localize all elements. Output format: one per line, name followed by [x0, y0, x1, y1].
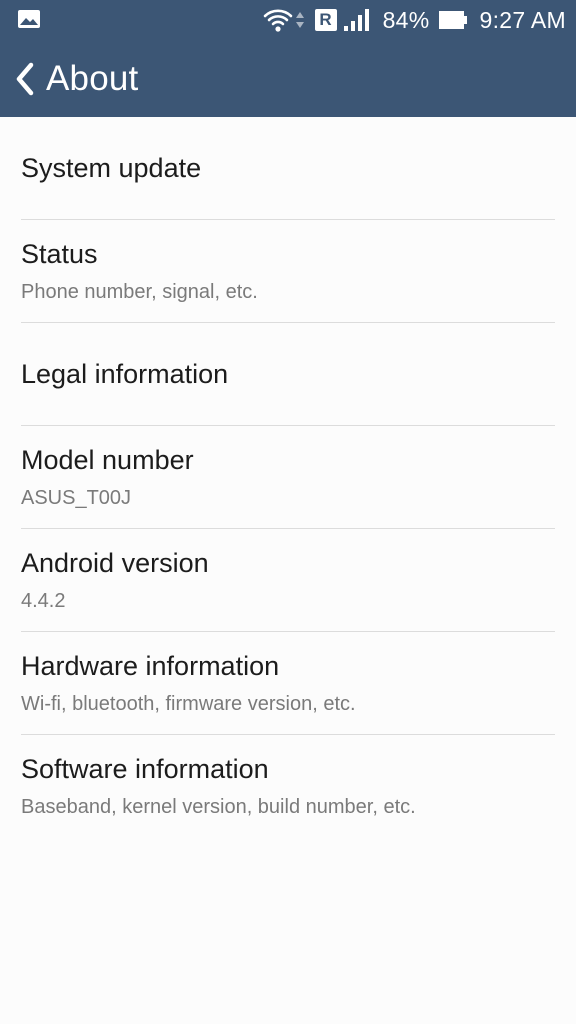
- list-item-software-information[interactable]: Software information Baseband, kernel ve…: [0, 735, 576, 838]
- item-title: Model number: [21, 445, 194, 475]
- clock: 9:27 AM: [479, 6, 566, 33]
- status-bar: R 84% 9:27 AM: [0, 0, 576, 40]
- list-item-system-update[interactable]: System update: [0, 117, 576, 220]
- item-summary: ASUS_T00J: [21, 487, 132, 509]
- signal-icon: [343, 9, 369, 31]
- item-summary: Baseband, kernel version, build number, …: [21, 796, 416, 818]
- status-icons: R 84% 9:27 AM: [263, 0, 566, 40]
- gallery-icon: [18, 10, 40, 28]
- list-item-legal-information[interactable]: Legal information: [0, 323, 576, 426]
- item-title: Hardware information: [21, 651, 280, 681]
- item-summary: Wi-fi, bluetooth, firmware version, etc.: [21, 693, 356, 715]
- item-title: System update: [21, 153, 202, 183]
- list-item-status[interactable]: Status Phone number, signal, etc.: [0, 220, 576, 323]
- list-item-model-number[interactable]: Model number ASUS_T00J: [0, 426, 576, 529]
- action-bar: About: [0, 40, 576, 117]
- battery-icon: [438, 11, 467, 29]
- page-title: About: [46, 58, 139, 98]
- data-activity-icon: [295, 12, 304, 28]
- wifi-icon: [263, 9, 292, 32]
- item-title: Software information: [21, 754, 269, 784]
- battery-percentage: 84%: [382, 6, 430, 33]
- back-button[interactable]: About: [14, 40, 138, 117]
- item-summary: Phone number, signal, etc.: [21, 281, 258, 303]
- chevron-left-icon: [16, 62, 34, 95]
- item-summary: 4.4.2: [21, 590, 66, 612]
- list-item-hardware-information[interactable]: Hardware information Wi-fi, bluetooth, f…: [0, 632, 576, 735]
- list-item-android-version[interactable]: Android version 4.4.2: [0, 529, 576, 632]
- item-title: Android version: [21, 548, 209, 578]
- item-title: Status: [21, 239, 98, 269]
- settings-list: System update Status Phone number, signa…: [0, 117, 576, 838]
- item-title: Legal information: [21, 359, 229, 389]
- roaming-icon: R: [314, 9, 337, 31]
- screen: R 84% 9:27 AM About System update Status…: [0, 0, 576, 1024]
